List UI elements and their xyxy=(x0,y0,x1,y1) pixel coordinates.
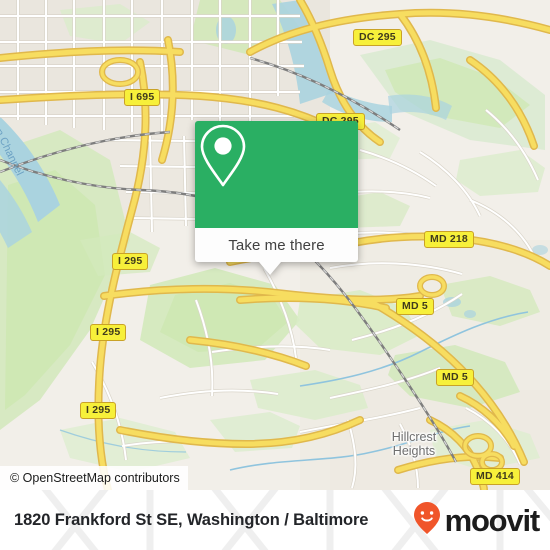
callout-tail xyxy=(259,262,281,275)
location-callout-card[interactable]: Take me there xyxy=(195,121,358,275)
highway-shield-i-695: I 695 xyxy=(124,89,161,106)
highway-shield-md-5-south: MD 5 xyxy=(436,369,474,386)
osm-attribution[interactable]: © OpenStreetMap contributors xyxy=(0,466,188,490)
callout-pin-area xyxy=(195,121,358,228)
highway-shield-i-295-north: I 295 xyxy=(112,253,149,270)
moovit-wordmark: moovit xyxy=(444,502,541,538)
highway-shield-md-5-north: MD 5 xyxy=(396,298,434,315)
place-label-hillcrest-heights: Hillcrest Heights xyxy=(391,430,437,458)
highway-shield-md-414: MD 414 xyxy=(470,468,520,485)
highway-shield-i-295-south: I 295 xyxy=(80,402,117,419)
highway-shield-md-218: MD 218 xyxy=(424,231,474,248)
moovit-brand[interactable]: moovit xyxy=(413,490,541,550)
take-me-there-button[interactable]: Take me there xyxy=(195,228,358,262)
footer-address: 1820 Frankford St SE, Washington / Balti… xyxy=(14,510,369,529)
highway-shield-dc-295-north: DC 295 xyxy=(353,29,402,46)
moovit-smiley-pin-icon xyxy=(413,501,441,540)
footer-bar: 1820 Frankford St SE, Washington / Balti… xyxy=(0,490,550,550)
map-canvas[interactable]: ngton Channel Hillcrest Heights DC 295 I… xyxy=(0,0,550,490)
moovit-map-screenshot: ngton Channel Hillcrest Heights DC 295 I… xyxy=(0,0,550,550)
highway-shield-i-295-mid: I 295 xyxy=(90,324,127,341)
